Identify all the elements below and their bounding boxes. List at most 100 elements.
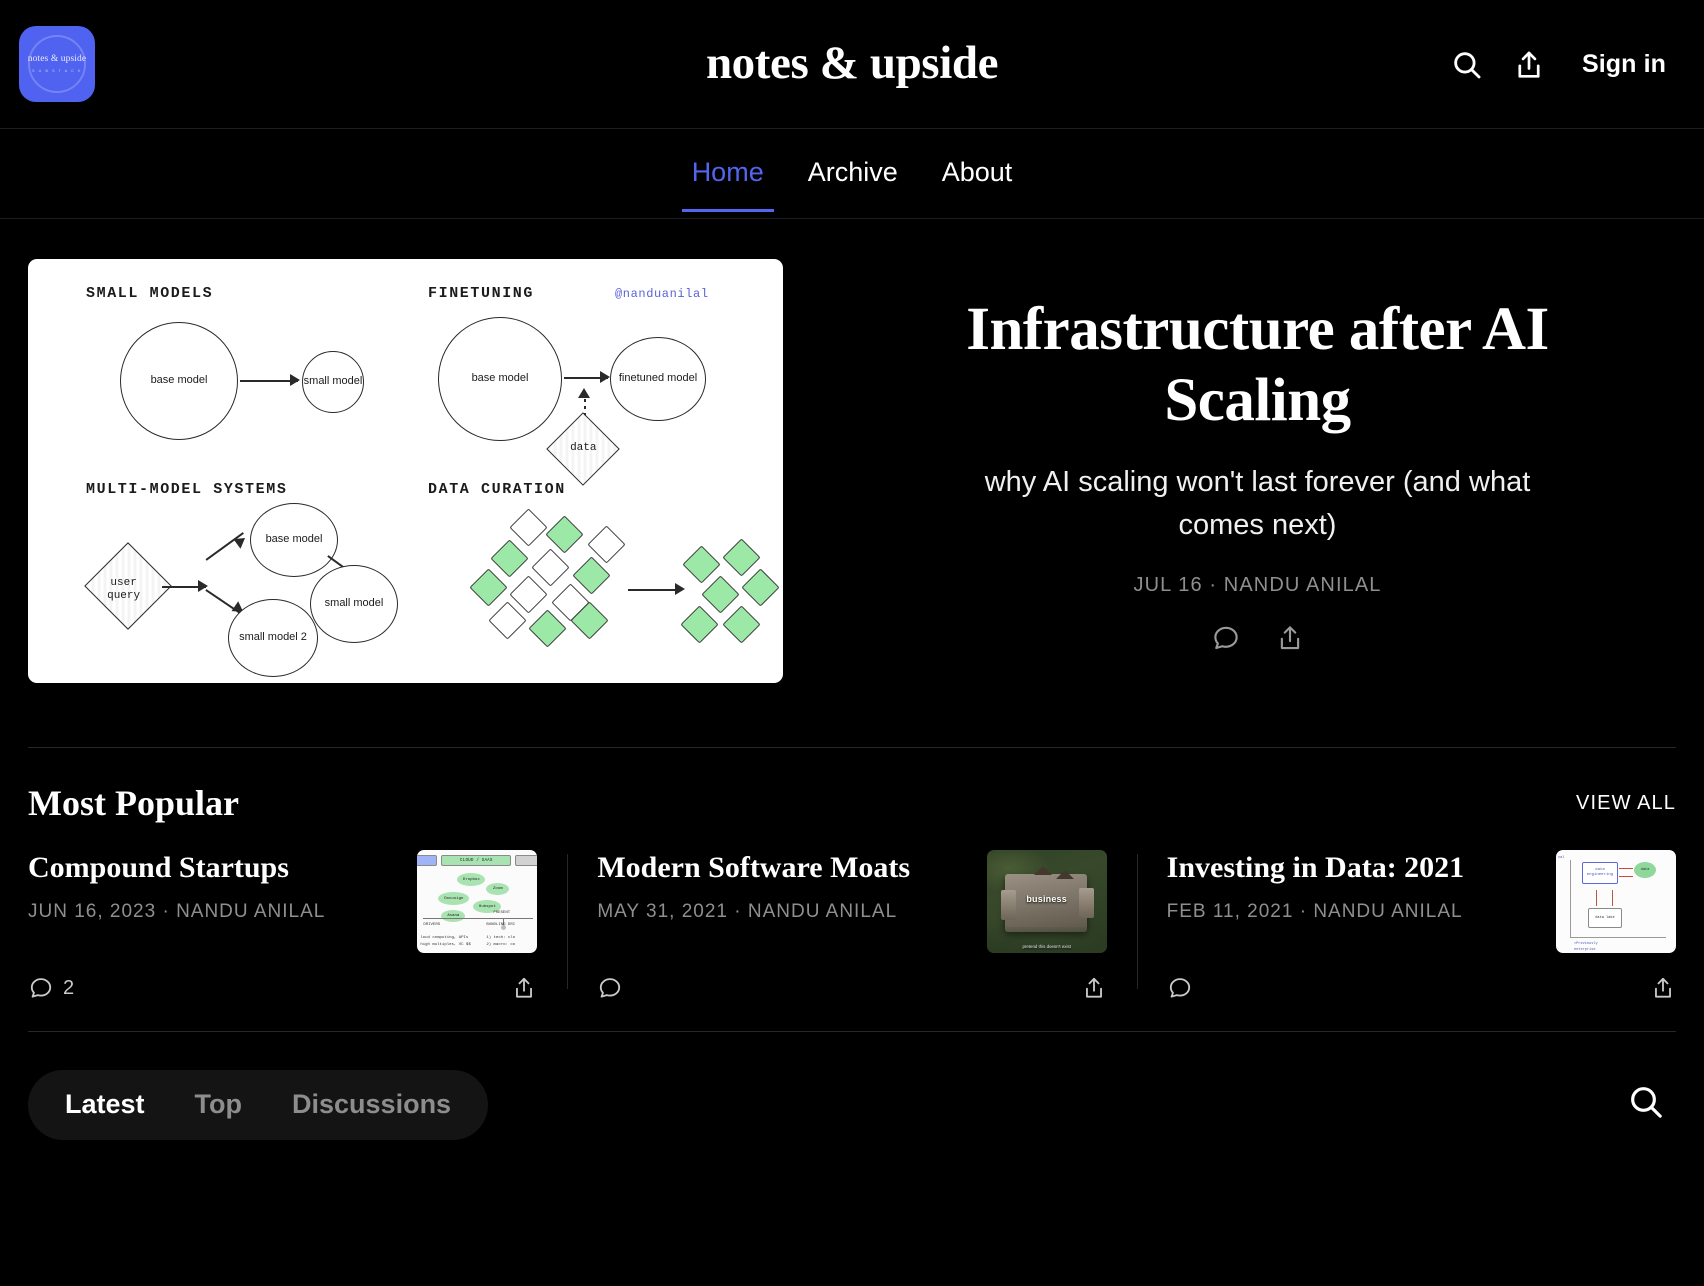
thumb-arrow bbox=[1618, 876, 1633, 877]
search-button[interactable] bbox=[1436, 34, 1498, 96]
sign-in-button[interactable]: Sign in bbox=[1582, 50, 1666, 79]
thumb-note-left-2: high multiples, VC $$ bbox=[420, 943, 471, 947]
hero-comment-button[interactable] bbox=[1211, 623, 1241, 653]
comment-button[interactable] bbox=[1167, 975, 1202, 1001]
diagram-data-tile bbox=[488, 601, 527, 640]
hero-share-button[interactable] bbox=[1275, 623, 1305, 653]
post-meta: JUN 16, 2023 · NANDU ANILAL bbox=[28, 901, 326, 923]
hero-title[interactable]: Infrastructure after AI Scaling bbox=[839, 295, 1676, 437]
comment-icon bbox=[1213, 626, 1238, 649]
diagram-arrowhead bbox=[290, 374, 300, 386]
thumb-blob-data: data bbox=[1633, 862, 1656, 878]
share-button[interactable] bbox=[1498, 34, 1560, 96]
diagram-node-base-model-3: base model bbox=[250, 503, 338, 577]
diagram-data-tile bbox=[531, 548, 570, 587]
diagram-data-tile bbox=[741, 568, 780, 607]
share-button[interactable] bbox=[1081, 975, 1107, 1001]
diagram-data-tile bbox=[469, 568, 508, 607]
search-icon bbox=[1631, 1087, 1662, 1119]
thumb-moat bbox=[986, 927, 1107, 953]
hero-subtitle: why AI scaling won't last forever (and w… bbox=[984, 465, 1531, 542]
diagram-data-tile bbox=[682, 545, 721, 584]
header-actions: Sign in bbox=[1436, 0, 1666, 129]
feed-filter-bar: Latest Top Discussions bbox=[0, 1032, 1704, 1140]
thumb-bar-cloud-saas: CLOUD / SAAS bbox=[441, 855, 512, 866]
thumb-node-asana: Asana bbox=[441, 910, 466, 922]
diagram-data-tile bbox=[509, 508, 548, 547]
view-all-link[interactable]: VIEW ALL bbox=[1576, 792, 1676, 815]
comment-icon bbox=[1169, 978, 1190, 998]
list-item: Modern Software Moats MAY 31, 2021 · NAN… bbox=[567, 850, 1136, 1001]
primary-nav: Home Archive About bbox=[0, 129, 1704, 219]
post-thumbnail[interactable]: business pretend this doesn't exist bbox=[986, 850, 1107, 953]
thumb-node-dropbox: Dropbox bbox=[457, 873, 486, 886]
share-icon bbox=[1655, 977, 1671, 998]
diagram-handle: @nanduanilal bbox=[615, 287, 709, 301]
share-icon bbox=[516, 977, 533, 998]
thumb-arrow-vertical bbox=[1611, 890, 1613, 906]
thumb-label-present: PRESENT bbox=[493, 911, 511, 915]
diagram-arrowhead bbox=[578, 388, 590, 398]
tab-latest[interactable]: Latest bbox=[40, 1083, 170, 1127]
share-button[interactable] bbox=[511, 975, 537, 1001]
diagram-data-tile bbox=[680, 605, 719, 644]
tab-top[interactable]: Top bbox=[170, 1083, 267, 1127]
diagram-node-small-model-2: small model bbox=[310, 565, 398, 643]
comment-icon bbox=[600, 978, 621, 998]
post-title[interactable]: Modern Software Moats bbox=[597, 850, 970, 885]
diagram-data-tile bbox=[722, 538, 761, 577]
comment-button[interactable]: 2 bbox=[28, 975, 74, 1001]
hero-body: Infrastructure after AI Scaling why AI s… bbox=[839, 259, 1676, 653]
diagram-data-tile bbox=[490, 539, 529, 578]
diagram-connector bbox=[628, 589, 682, 591]
share-button[interactable] bbox=[1650, 975, 1676, 1001]
diagram-data-tile bbox=[701, 575, 740, 614]
thumb-label-drivers: DRIVERS bbox=[423, 923, 441, 927]
diagram-node-data-label: data bbox=[570, 442, 597, 455]
post-thumbnail[interactable]: val data engineering data data lake <Pre… bbox=[1555, 850, 1676, 953]
thumb-note-right-2: 2) macro: co bbox=[486, 943, 516, 947]
diagram-node-user-query: user query bbox=[84, 542, 172, 630]
feed-search-button[interactable] bbox=[1626, 1082, 1676, 1127]
thumb-box-data-lake: data lake bbox=[1587, 908, 1622, 928]
post-title[interactable]: Compound Startups bbox=[28, 850, 401, 885]
diagram-data-tile bbox=[509, 575, 548, 614]
post-thumbnail[interactable]: CLOUD / SAAS Dropbox Zoom Docusign Hubsp… bbox=[417, 850, 538, 953]
list-item: Investing in Data: 2021 FEB 11, 2021 · N… bbox=[1136, 850, 1676, 1001]
nav-item-archive[interactable]: Archive bbox=[786, 135, 920, 212]
tab-discussions[interactable]: Discussions bbox=[267, 1083, 476, 1127]
hero-thumbnail[interactable]: SMALL MODELS FINETUNING @nanduanilal MUL… bbox=[28, 259, 783, 683]
most-popular-grid: Compound Startups JUN 16, 2023 · NANDU A… bbox=[0, 824, 1704, 1001]
nav-item-home[interactable]: Home bbox=[670, 135, 786, 212]
hero-post: SMALL MODELS FINETUNING @nanduanilal MUL… bbox=[0, 219, 1704, 683]
thumb-caption-business: business bbox=[1026, 894, 1067, 904]
thumb-note-1: <Previously bbox=[1573, 942, 1598, 946]
diagram-arrowhead bbox=[600, 371, 610, 383]
thumb-label-bundling: BUNDLING DRI bbox=[486, 923, 516, 927]
search-icon bbox=[1454, 51, 1481, 78]
share-icon bbox=[1518, 51, 1540, 78]
comment-icon bbox=[30, 978, 52, 998]
post-title[interactable]: Investing in Data: 2021 bbox=[1167, 850, 1540, 885]
diagram-heading-small-models: SMALL MODELS bbox=[86, 285, 214, 302]
diagram-node-small-model-1: small model bbox=[302, 351, 364, 413]
comment-button[interactable] bbox=[597, 975, 632, 1001]
thumb-bar-right bbox=[515, 855, 538, 866]
post-action-icons bbox=[1167, 975, 1676, 1001]
diagram-node-base-model-2: base model bbox=[438, 317, 562, 441]
site-header: notes & upside S U B S T A C K notes & u… bbox=[0, 0, 1704, 129]
nav-item-about[interactable]: About bbox=[920, 135, 1035, 212]
thumb-castle-roof bbox=[1055, 870, 1074, 879]
thumb-bar-left bbox=[417, 855, 438, 866]
hero-action-icons bbox=[839, 623, 1676, 653]
diagram-node-finetuned-model: finetuned model bbox=[610, 337, 706, 421]
post-meta: MAY 31, 2021 · NANDU ANILAL bbox=[597, 901, 898, 923]
hero-meta: JUL 16 · NANDU ANILAL bbox=[1133, 573, 1382, 596]
thumb-note-left-1: loud computing, APIs bbox=[420, 936, 469, 940]
diagram-node-user-query-label: user query bbox=[107, 577, 141, 603]
diagram-heading-data-curation: DATA CURATION bbox=[428, 481, 566, 498]
thumb-note-right-1: 1) tech: clo bbox=[486, 936, 516, 940]
list-item: Compound Startups JUN 16, 2023 · NANDU A… bbox=[28, 850, 567, 1001]
thumb-caption-sub: pretend this doesn't exist bbox=[1022, 944, 1071, 949]
diagram-data-tile bbox=[545, 515, 584, 554]
